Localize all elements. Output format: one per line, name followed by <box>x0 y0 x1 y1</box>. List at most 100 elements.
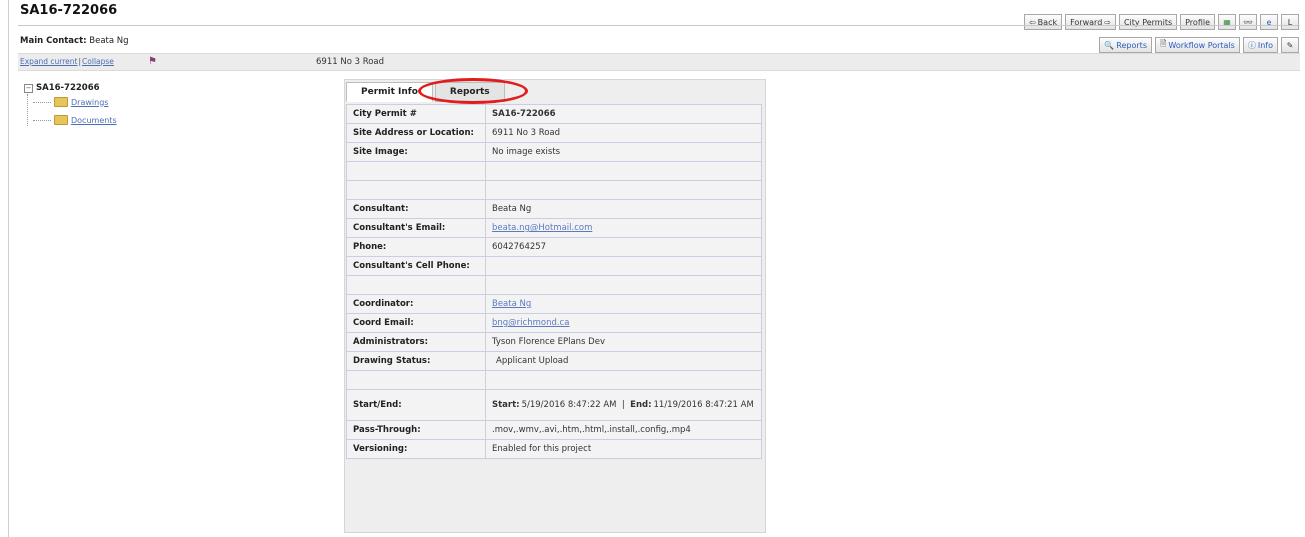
tree-connector <box>27 94 28 126</box>
tree-root-label: SA16-722066 <box>36 83 100 93</box>
row-value: Tyson Florence EPlans Dev <box>485 332 762 352</box>
row-value: 6042764257 <box>485 237 762 257</box>
row-label: Start/End: <box>346 389 486 421</box>
pencil-icon[interactable]: ✎ <box>1281 37 1299 53</box>
table-row: Coordinator: Beata Ng <box>346 294 762 314</box>
row-label: Consultant's Cell Phone: <box>346 256 486 276</box>
row-value-link[interactable]: Beata Ng <box>485 294 762 314</box>
start-label: Start: <box>492 400 520 410</box>
row-value <box>485 256 762 276</box>
end-value: 11/19/2016 8:47:21 AM <box>653 400 754 410</box>
workflow-portals-label: Workflow Portals <box>1168 40 1235 50</box>
table-row: Pass-Through: .mov,.wmv,.avi,.htm,.html,.… <box>346 420 762 440</box>
top-toolbar: ⇦ Back Forward ⇨ City Permits Profile ▦ 👓 … <box>1023 14 1299 32</box>
back-button[interactable]: ⇦ Back <box>1023 14 1063 30</box>
row-value-link[interactable]: beata.ng@Hotmail.com <box>485 218 762 238</box>
row-label <box>346 161 486 181</box>
row-label: City Permit # <box>346 104 486 124</box>
row-label: Coordinator: <box>346 294 486 314</box>
table-row: City Permit # SA16-722066 <box>346 104 762 124</box>
reports-label: Reports <box>1116 40 1147 50</box>
ie-browser-icon[interactable]: e <box>1260 14 1278 30</box>
folder-tree: − SA16-722066 Drawings Documents <box>24 83 117 126</box>
row-label: Drawing Status: <box>346 351 486 371</box>
document-icon: 🗎 <box>1159 39 1167 48</box>
table-row <box>346 161 762 181</box>
collapse-link[interactable]: Collapse <box>82 57 114 66</box>
row-label: Phone: <box>346 237 486 257</box>
page-title: SA16-722066 <box>20 3 118 18</box>
magnifier-icon: 🔍 <box>1104 40 1115 50</box>
table-row: Consultant's Email: beata.ng@Hotmail.com <box>346 218 762 238</box>
expand-current-link[interactable]: Expand current <box>20 57 78 66</box>
row-label <box>346 370 486 390</box>
flag-icon[interactable]: ⚑ <box>148 56 157 67</box>
city-permits-button[interactable]: City Permits <box>1118 14 1178 30</box>
main-contact-value: Beata Ng <box>89 36 129 46</box>
start-end-separator: | <box>616 400 631 410</box>
tree-item-documents[interactable]: Documents <box>33 115 117 125</box>
row-label: Pass-Through: <box>346 420 486 440</box>
table-row: Drawing Status: Applicant Upload <box>346 351 762 371</box>
row-value <box>485 161 762 181</box>
row-value: SA16-722066 <box>485 104 762 124</box>
row-value: .mov,.wmv,.avi,.htm,.html,.install,.conf… <box>485 420 762 440</box>
end-label: End: <box>630 400 652 410</box>
row-label: Consultant's Email: <box>346 218 486 238</box>
row-value: Beata Ng <box>485 199 762 219</box>
table-row: Start/End: Start: 5/19/2016 8:47:22 AM | E… <box>346 389 762 421</box>
table-row <box>346 275 762 295</box>
row-value: No image exists <box>485 142 762 162</box>
start-end-value: Start: 5/19/2016 8:47:22 AM | End: 11/19/2… <box>485 389 762 421</box>
row-label <box>346 275 486 295</box>
last-button[interactable]: L <box>1281 14 1299 30</box>
row-label: Versioning: <box>346 439 486 459</box>
row-label: Coord Email: <box>346 313 486 333</box>
table-row: Consultant's Cell Phone: <box>346 256 762 276</box>
row-value <box>485 370 762 390</box>
info-label: Info <box>1257 40 1273 50</box>
row-label: Administrators: <box>346 332 486 352</box>
row-value <box>485 275 762 295</box>
table-row: Versioning: Enabled for this project <box>346 439 762 459</box>
tree-branch-line <box>33 101 51 103</box>
table-row: Consultant: Beata Ng <box>346 199 762 219</box>
reports-button[interactable]: 🔍 Reports <box>1099 37 1152 53</box>
start-value: 5/19/2016 8:47:22 AM <box>521 400 617 410</box>
table-row: Site Image: No image exists <box>346 142 762 162</box>
row-label: Site Address or Location: <box>346 123 486 143</box>
row-value: Applicant Upload <box>485 351 762 371</box>
row-label <box>346 180 486 200</box>
collapse-toggle-icon[interactable]: − <box>24 83 33 93</box>
binoculars-icon[interactable]: 👓 <box>1239 14 1257 30</box>
row-value <box>485 180 762 200</box>
address-text: 6911 No 3 Road <box>316 57 385 67</box>
row-label: Site Image: <box>346 142 486 162</box>
tree-item-drawings[interactable]: Drawings <box>33 97 108 107</box>
main-contact-label: Main Contact: <box>20 36 87 46</box>
forward-button[interactable]: Forward ⇨ <box>1065 14 1116 30</box>
folder-icon <box>54 97 68 107</box>
table-row: Phone: 6042764257 <box>346 237 762 257</box>
info-icon: ⓘ <box>1247 40 1256 50</box>
row-label: Consultant: <box>346 199 486 219</box>
permit-info-table: City Permit # SA16-722066 Site Address or … <box>346 104 762 459</box>
info-button[interactable]: ⓘ Info <box>1242 37 1278 53</box>
row-value: 6911 No 3 Road <box>485 123 762 143</box>
tree-item-label: Documents <box>71 115 117 125</box>
expand-collapse-links: Expand current|Collapse <box>20 57 114 66</box>
table-row: Site Address or Location: 6911 No 3 Road <box>346 123 762 143</box>
main-contact: Main Contact: Beata Ng <box>20 36 129 46</box>
row-value-link[interactable]: bng@richmond.ca <box>485 313 762 333</box>
header-divider <box>18 25 1300 26</box>
highlight-circle <box>418 78 528 104</box>
tree-item-label: Drawings <box>71 97 109 107</box>
profile-button[interactable]: Profile <box>1180 14 1215 30</box>
table-row <box>346 370 762 390</box>
tree-branch-line <box>33 119 51 121</box>
tree-root[interactable]: − SA16-722066 <box>24 83 100 93</box>
navigation-bar <box>18 53 1300 71</box>
table-row <box>346 180 762 200</box>
excel-export-icon[interactable]: ▦ <box>1218 14 1236 30</box>
workflow-portals-button[interactable]: 🗎 Workflow Portals <box>1154 37 1240 53</box>
